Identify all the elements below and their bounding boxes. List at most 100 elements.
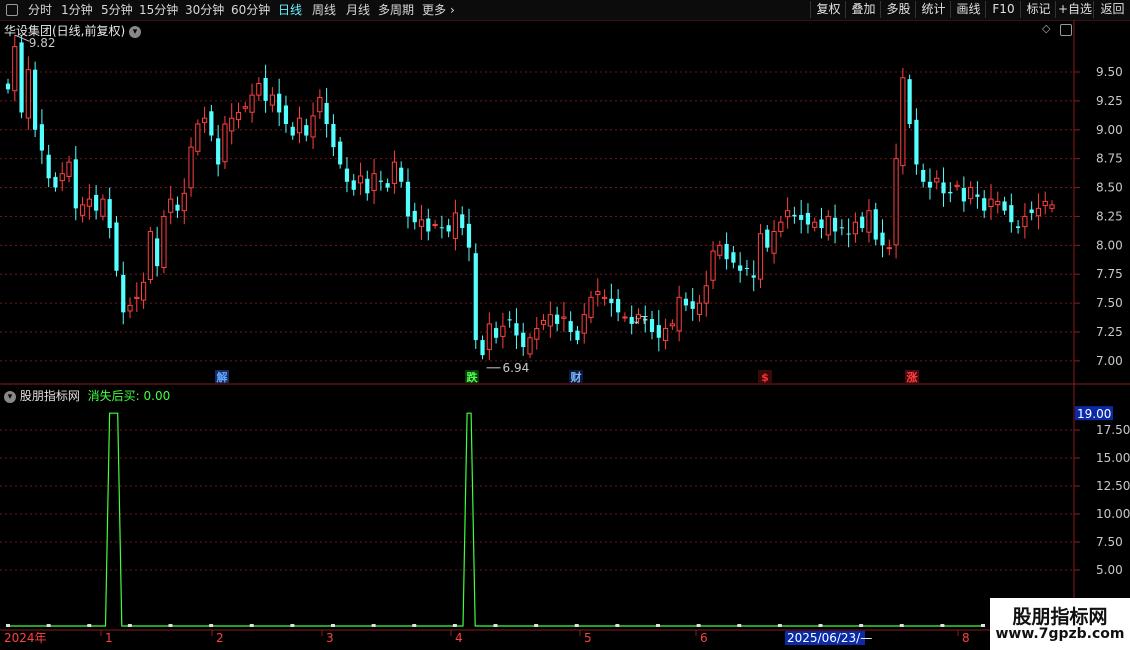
candle-body bbox=[114, 222, 119, 271]
candle-body bbox=[744, 267, 750, 269]
candle-body bbox=[995, 200, 1001, 206]
candle-body bbox=[338, 141, 343, 165]
candle-body bbox=[439, 227, 444, 229]
indicator-point bbox=[209, 624, 214, 627]
candle-body bbox=[846, 233, 851, 235]
candle-body bbox=[79, 204, 86, 216]
candle-body bbox=[201, 117, 208, 124]
indicator-point bbox=[737, 624, 742, 627]
indicator-point bbox=[534, 624, 539, 627]
price-tick-label: 9.50 bbox=[1096, 65, 1123, 79]
candle-body bbox=[534, 328, 540, 340]
indicator-tick-label: 12.50 bbox=[1096, 479, 1130, 493]
candle-body bbox=[147, 230, 153, 281]
candle-body bbox=[1029, 209, 1034, 213]
candle-body bbox=[731, 252, 736, 263]
candle-body bbox=[249, 94, 255, 113]
indicator-point bbox=[46, 624, 51, 627]
candle-body bbox=[426, 218, 431, 232]
chart-title-box: 华设集团(日线,前复权) ▾ bbox=[4, 22, 142, 39]
candle-body bbox=[751, 275, 756, 278]
candle-body bbox=[12, 46, 18, 92]
candle-body bbox=[785, 210, 791, 218]
candle-body bbox=[771, 230, 777, 254]
diamond-icon[interactable]: ◇ bbox=[1042, 22, 1050, 35]
candle-body bbox=[460, 214, 465, 228]
candle-body bbox=[703, 285, 709, 304]
candle-body bbox=[839, 227, 844, 229]
indicator-dropdown-icon[interactable]: ▾ bbox=[4, 391, 16, 403]
candle-body bbox=[900, 77, 906, 167]
price-tick-label: 8.75 bbox=[1096, 152, 1123, 166]
indicator-point bbox=[656, 624, 660, 627]
candle-body bbox=[954, 184, 960, 187]
candle-body bbox=[181, 192, 187, 212]
candle-body bbox=[446, 225, 451, 232]
event-note: ↓T bbox=[632, 314, 648, 327]
candle-body bbox=[222, 123, 228, 163]
indicator-point bbox=[331, 624, 335, 627]
candle-body bbox=[59, 173, 65, 182]
candle-body bbox=[385, 183, 390, 188]
candle-body bbox=[486, 323, 492, 351]
candle-body bbox=[452, 212, 459, 239]
indicator-point bbox=[696, 624, 701, 627]
low-price-label: 6.94 bbox=[503, 361, 530, 375]
candle-body bbox=[961, 188, 966, 202]
candle-body bbox=[873, 209, 878, 240]
candle-body bbox=[710, 250, 716, 281]
candle-body bbox=[216, 138, 221, 165]
candle-body bbox=[127, 304, 133, 312]
candle-body bbox=[609, 298, 614, 304]
candle-body bbox=[927, 181, 933, 188]
candle-body bbox=[121, 274, 126, 313]
indicator-point bbox=[493, 624, 498, 627]
candle-body bbox=[819, 219, 824, 228]
indicator-point bbox=[818, 624, 823, 627]
candle-body bbox=[799, 215, 804, 220]
month-label-0: 1 bbox=[105, 631, 113, 645]
candle-body bbox=[235, 111, 242, 121]
candle-body bbox=[391, 161, 398, 184]
candle-body bbox=[527, 337, 533, 355]
candle-body bbox=[432, 224, 438, 227]
candle-body bbox=[1035, 207, 1042, 217]
panel-toggle-icon[interactable] bbox=[1060, 24, 1072, 36]
candle-body bbox=[357, 175, 364, 184]
candle-body bbox=[1022, 215, 1028, 228]
candle-body bbox=[595, 291, 601, 296]
price-tick-label: 8.00 bbox=[1096, 238, 1123, 252]
month-label-4: 5 bbox=[584, 631, 592, 645]
price-tick-label: 8.25 bbox=[1096, 209, 1123, 223]
candle-body bbox=[507, 319, 512, 321]
candle-body bbox=[696, 302, 703, 315]
indicator-point bbox=[127, 624, 132, 627]
indicator-tick-label: 15.00 bbox=[1096, 451, 1130, 465]
title-dropdown-icon[interactable]: ▾ bbox=[129, 26, 142, 38]
candle-body bbox=[982, 198, 987, 211]
candle-body bbox=[866, 210, 872, 233]
kline-chart[interactable]: 7.00 7.25 7.50 7.75 8.00 8.25 8.50 8.75 9.00 9.25… bbox=[0, 0, 1130, 650]
candle-body bbox=[757, 233, 764, 280]
candle-body bbox=[324, 102, 329, 124]
candle-body bbox=[263, 78, 268, 101]
candle-body bbox=[100, 198, 106, 217]
candle-body bbox=[134, 296, 140, 299]
indicator-line-name: 消失后买: bbox=[87, 389, 140, 403]
indicator-point bbox=[168, 624, 173, 627]
indicator-tick-label: 10.00 bbox=[1096, 507, 1130, 521]
candle-body bbox=[94, 194, 99, 211]
event-marker-0: 解 bbox=[217, 370, 228, 384]
indicator-point bbox=[412, 624, 417, 627]
month-label-6: 8 bbox=[962, 631, 970, 645]
indicator-point bbox=[574, 624, 579, 627]
candle-body bbox=[480, 340, 485, 356]
candle-body bbox=[975, 194, 980, 197]
candle-body bbox=[1009, 205, 1014, 223]
candle-body bbox=[188, 146, 194, 189]
candle-body bbox=[860, 216, 865, 228]
candle-body bbox=[1049, 204, 1055, 209]
price-tick-label: 9.25 bbox=[1096, 94, 1123, 108]
candle-body bbox=[1002, 201, 1007, 211]
candle-body bbox=[73, 159, 78, 209]
